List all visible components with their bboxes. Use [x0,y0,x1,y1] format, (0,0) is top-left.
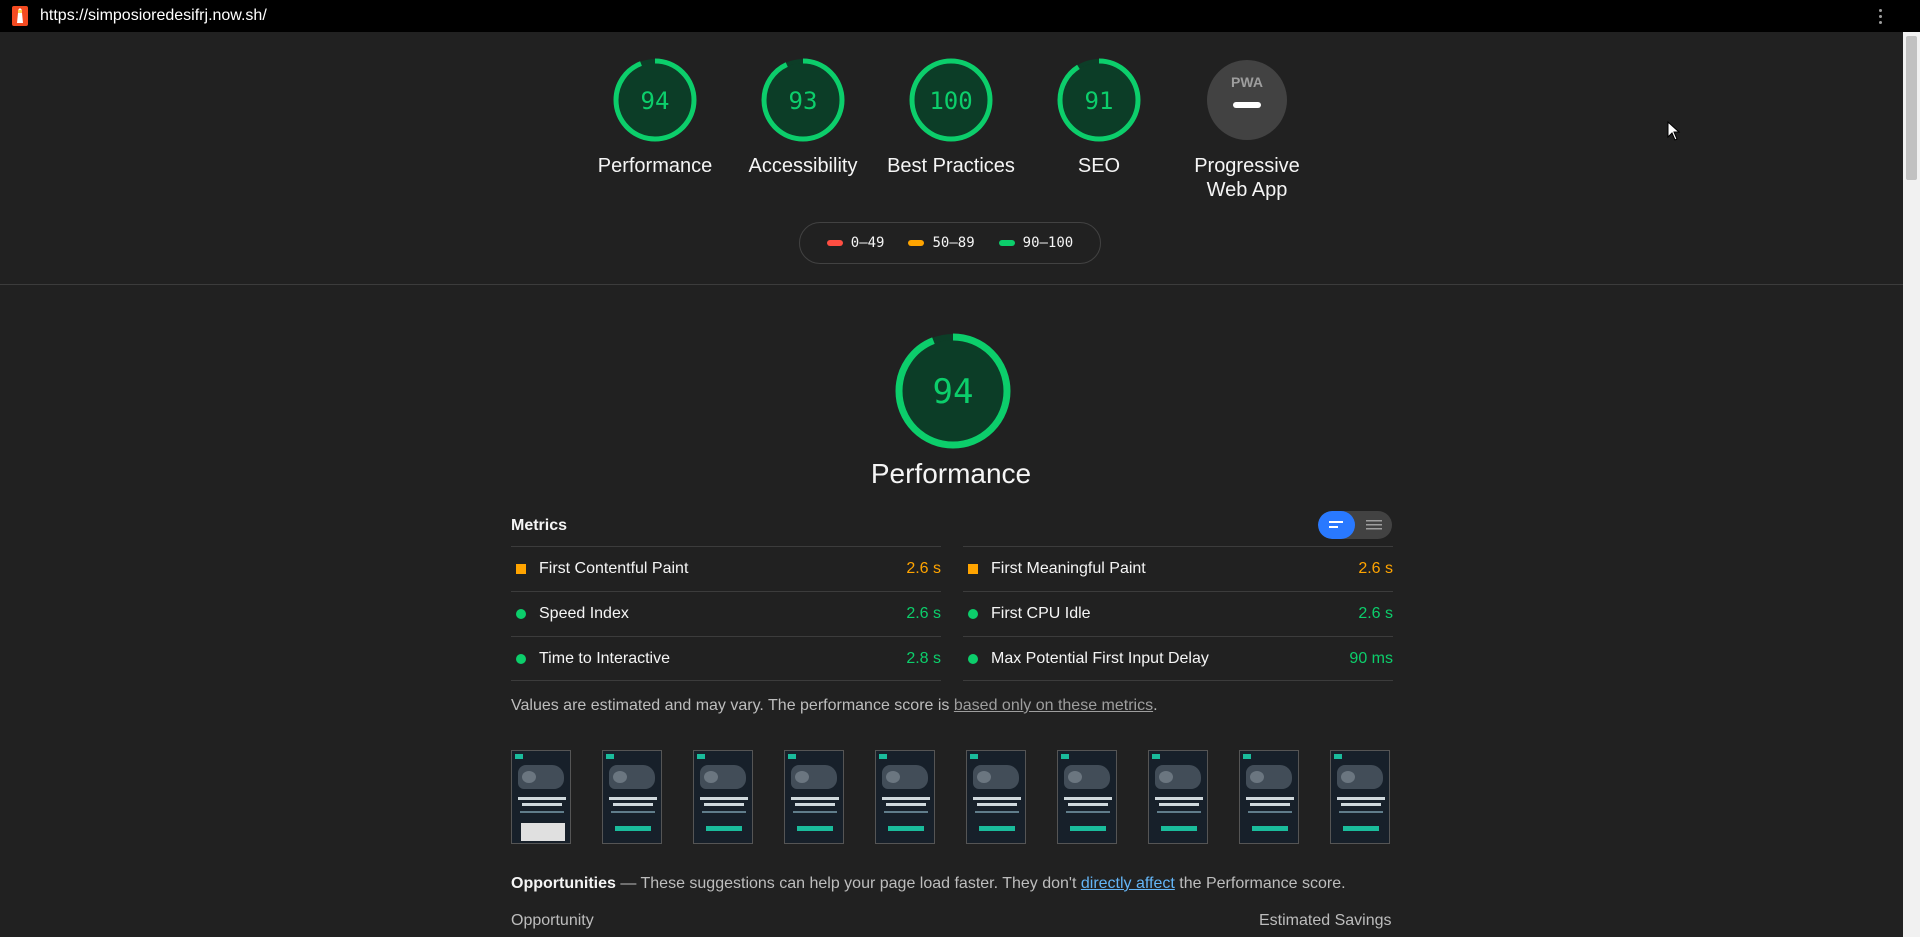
opportunities-title: Opportunities [511,875,616,892]
legend-average-label: 50–89 [932,235,975,251]
gauge-score: 91 [1085,87,1114,115]
pass-circle-icon [516,653,526,664]
metric-time-to-interactive: Time to Interactive 2.8 s [511,636,941,681]
gauge-best-practices[interactable]: 100 Best Practices [876,58,1026,178]
filmstrip-frame [602,750,662,844]
kebab-menu-icon[interactable] [1872,6,1888,26]
metric-title: Max Potential First Input Delay [991,649,1209,667]
gauge-label: Performance [597,155,713,177]
gauge-ring: 94 [613,58,697,142]
list-view-icon[interactable] [1355,511,1392,539]
metrics-view-toggle[interactable] [1318,511,1392,539]
metric-value: 2.6 s [1358,605,1393,622]
directly-affect-link[interactable]: directly affect [1081,875,1175,892]
legend-pass: 90–100 [998,235,1074,251]
scrollbar[interactable] [1903,32,1920,937]
metrics-header: Metrics [511,517,568,534]
note-text: Values are estimated and may vary. The p… [511,697,954,714]
filmstrip-frame [511,750,571,844]
metric-value: 2.6 s [906,605,941,622]
opportunities-intro: Opportunities — These suggestions can he… [511,875,1346,893]
lighthouse-icon [12,6,28,26]
gauge-ring: 91 [1057,58,1141,142]
pwa-badge-text: PWA [1231,74,1263,90]
gauge-performance[interactable]: 94 Performance [580,58,730,178]
metric-value: 2.8 s [906,649,941,667]
opportunities-suffix: the Performance score. [1174,875,1346,892]
legend-pass-label: 90–100 [1022,235,1074,251]
pwa-badge-icon: PWA [1207,60,1287,140]
metric-value: 90 ms [1349,649,1393,667]
gauge-ring: 100 [909,58,993,142]
metric-first-contentful-paint: First Contentful Paint 2.6 s [511,546,941,591]
filmstrip-frame [966,750,1026,844]
metric-title: Time to Interactive [539,649,671,667]
note-suffix: . [1153,697,1158,714]
metric-value: 2.6 s [1358,560,1393,577]
bar-view-icon[interactable] [1318,511,1355,539]
average-square-icon [516,564,526,574]
performance-score: 94 [933,372,974,412]
metric-title: First Meaningful Paint [991,560,1146,577]
metric-max-potential-fid: Max Potential First Input Delay 90 ms [963,636,1393,681]
metric-title: First Contentful Paint [539,560,689,577]
opportunity-column-header: Opportunity [511,912,594,929]
filmstrip-frame [1330,750,1390,844]
gauge-score: 93 [789,87,818,115]
gauge-label: SEO [1077,155,1121,177]
filmstrip-frame [1057,750,1117,844]
estimated-savings-column-header: Estimated Savings [1259,912,1392,929]
legend-average: 50–89 [908,235,975,251]
gauge-accessibility[interactable]: 93 Accessibility [728,58,878,178]
metrics-link[interactable]: based only on these metrics [954,697,1153,714]
filmstrip-frame [1148,750,1208,844]
pass-circle-icon [516,609,526,619]
filmstrip-frame [1239,750,1299,844]
metric-title: First CPU Idle [991,605,1091,622]
metric-title: Speed Index [539,605,629,622]
performance-title: Performance [870,458,1032,489]
metric-first-meaningful-paint: First Meaningful Paint 2.6 s [963,546,1393,591]
metric-value: 2.6 s [906,560,941,577]
opportunities-text: — These suggestions can help your page l… [615,875,1081,892]
gauge-label: Best Practices [887,155,1015,177]
filmstrip-frame [784,750,844,844]
mouse-cursor-icon [1667,121,1681,141]
gauge-label-line2: Web App [1206,179,1288,201]
average-square-icon [968,564,978,574]
page-url: https://simposioredesifrj.now.sh/ [40,7,267,24]
gauge-score: 94 [641,87,670,115]
filmstrip-frame [693,750,753,844]
gauge-seo[interactable]: 91 SEO [1024,58,1174,178]
filmstrip-frame [875,750,935,844]
metrics-left: First Contentful Paint 2.6 s Speed Index… [511,546,941,681]
gauge-label-line1: Progressive [1194,155,1300,177]
top-bar: https://simposioredesifrj.now.sh/ [0,0,1920,32]
gauge-score: 100 [929,87,972,115]
score-legend: 0–49 50–89 90–100 [799,222,1101,264]
legend-fail-label: 0–49 [850,235,885,251]
gauge-ring: 93 [761,58,845,142]
legend-fail: 0–49 [826,235,885,251]
filmstrip [511,750,1391,846]
gauge-label: Accessibility [748,155,858,177]
header-divider [0,284,1903,285]
metrics-note: Values are estimated and may vary. The p… [511,697,1158,715]
pass-circle-icon [968,609,978,619]
scrollbar-thumb[interactable] [1906,36,1917,180]
gauge-pwa[interactable]: PWA Progressive Web App [1172,58,1322,202]
metrics-right: First Meaningful Paint 2.6 s First CPU I… [963,546,1393,681]
metric-first-cpu-idle: First CPU Idle 2.6 s [963,591,1393,636]
gauge-label: Progressive Web App [1172,154,1322,202]
performance-gauge: 94 [895,333,1011,449]
metric-speed-index: Speed Index 2.6 s [511,591,941,636]
pass-circle-icon [968,653,978,664]
